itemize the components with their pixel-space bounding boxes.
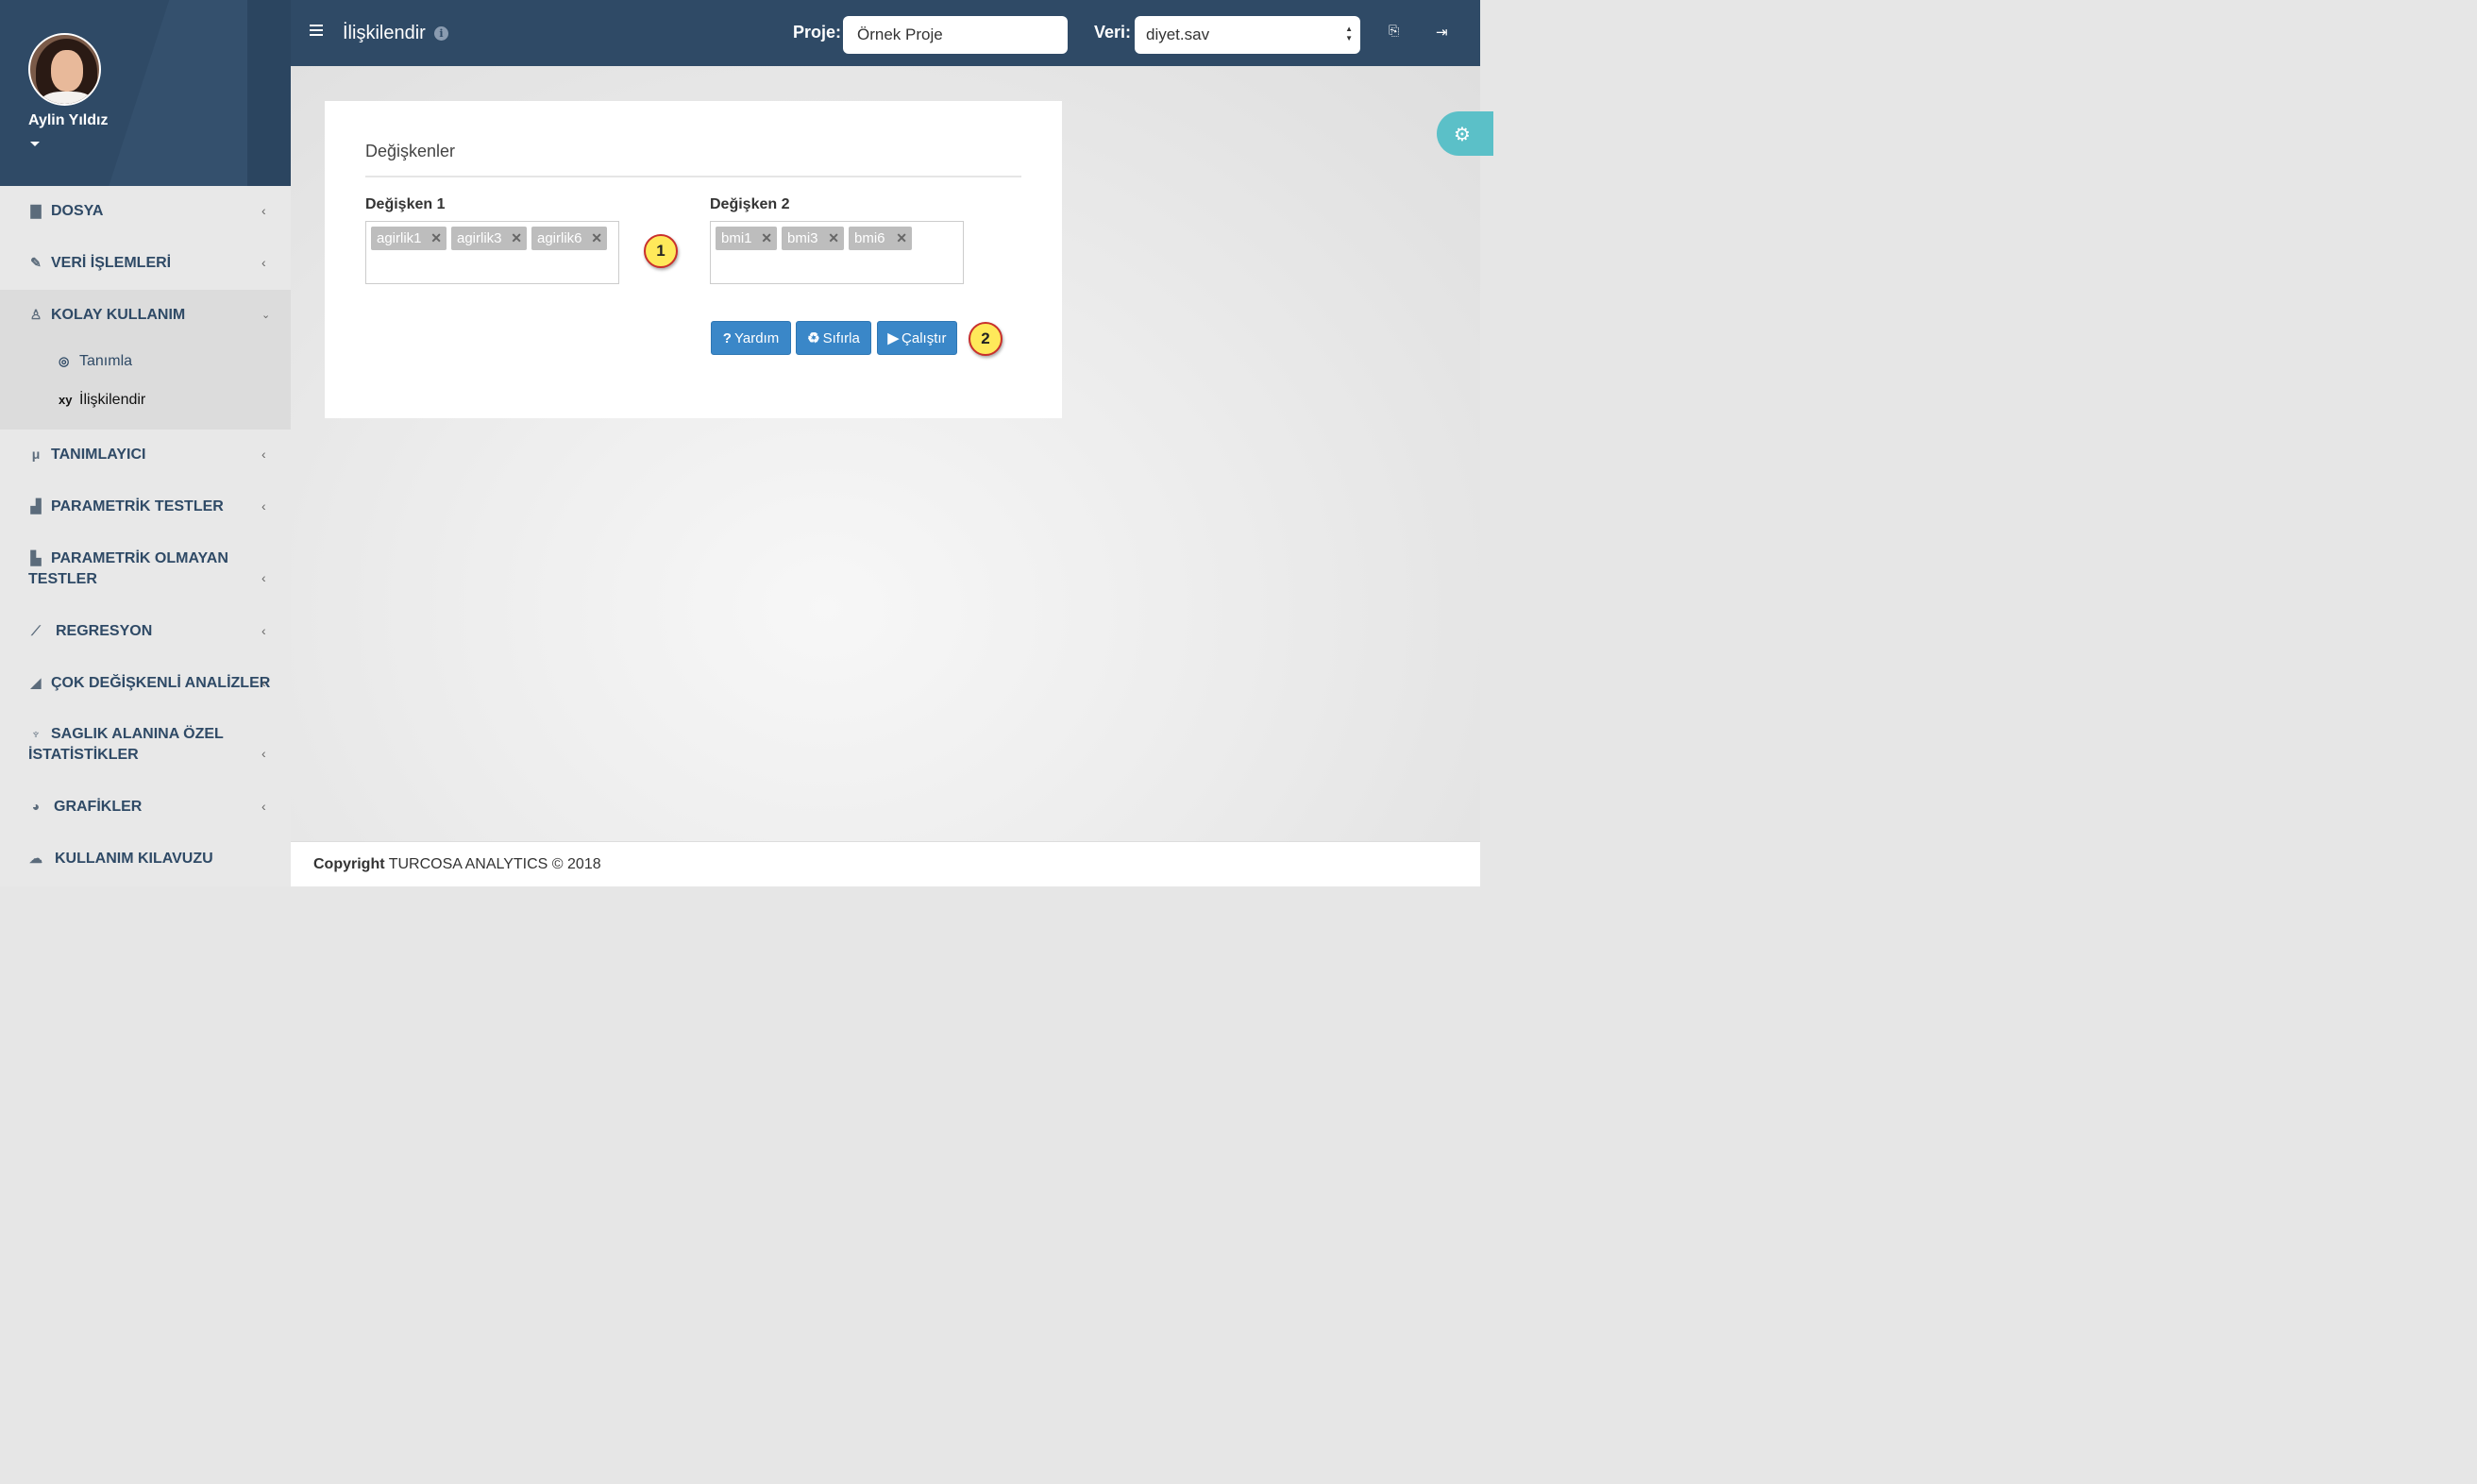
sidebar-item-kilavuz[interactable]: ☁ KULLANIM KILAVUZU [0, 851, 291, 869]
question-icon: ? [722, 330, 732, 346]
var2-tag-input[interactable]: bmi1 ✕ bmi3 ✕ bmi6 ✕ [710, 221, 964, 284]
veri-label: Veri: [1094, 23, 1132, 42]
step-marker-2: 2 [969, 322, 1003, 356]
var1-tag-input[interactable]: agirlik1 ✕ agirlik3 ✕ agirlik6 ✕ [365, 221, 619, 284]
select-arrows-icon: ▲ ▼ [1345, 25, 1353, 42]
chevron-left-icon: ‹ [261, 746, 266, 761]
user-name[interactable]: Aylin Yıldız [28, 112, 108, 129]
file-icon: ▇ [30, 203, 42, 218]
var1-label: Değişken 1 [365, 196, 446, 212]
tag-agirlik1: agirlik1 ✕ [371, 227, 447, 250]
sidebar-item-veri-islemleri[interactable]: ✎ VERİ İŞLEMLERİ ‹ [0, 255, 291, 274]
var2-label: Değişken 2 [710, 196, 790, 212]
sidebar-item-regresyon[interactable]: ⟋ REGRESYON ‹ [0, 623, 291, 642]
sidebar-subitem-tanimla[interactable]: ◎ Tanımla [59, 353, 132, 370]
cloud-download-icon: ☁ [29, 851, 42, 866]
stethoscope-icon: ♆ [30, 726, 42, 741]
veri-select[interactable]: diyet.sav ▲ ▼ [1135, 16, 1360, 54]
proje-input[interactable]: Örnek Proje [843, 16, 1068, 54]
tag-agirlik6: agirlik6 ✕ [531, 227, 607, 250]
chevron-left-icon: ‹ [261, 255, 266, 270]
top-bar: İlişkilendir i Proje: Örnek Proje Veri: … [291, 0, 1480, 66]
sidebar-item-cok-degiskenli[interactable]: ◢ ÇOK DEĞİŞKENLİ ANALİZLER ‹ [0, 675, 291, 694]
avatar[interactable] [28, 33, 101, 106]
caret-down-icon[interactable] [30, 142, 40, 146]
chevron-left-icon: ‹ [261, 498, 266, 514]
logout-icon[interactable]: ⇥ [1436, 24, 1453, 41]
line-chart-icon: ⟋ [31, 623, 41, 638]
correlate-icon: xy [59, 393, 73, 407]
page-title: İlişkilendir [343, 23, 426, 43]
translate-icon[interactable]: ⎘ [1389, 24, 1406, 41]
chevron-left-icon: ‹ [261, 447, 266, 462]
sidebar-item-grafikler[interactable]: ◕ GRAFİKLER ‹ [0, 799, 291, 818]
remove-tag-icon[interactable]: ✕ [761, 227, 772, 250]
variables-card: Değişkenler Değişken 1 agirlik1 ✕ agirlik… [325, 101, 1062, 418]
sidebar-subitem-iliskilendir[interactable]: xy İlişkilendir [59, 392, 145, 409]
gear-icon: ⚙ [1454, 123, 1471, 145]
mu-icon: μ [31, 447, 41, 462]
sidebar-item-saglik[interactable]: ♆ SAGLIK ALANINA ÖZEL İSTATİSTİKLER ‹ [0, 726, 291, 767]
chevron-left-icon: ‹ [261, 623, 266, 638]
copyright: Copyright TURCOSA ANALYTICS © 2018 [313, 856, 601, 872]
hamburger-menu-icon[interactable] [310, 25, 323, 36]
profile-panel: Aylin Yıldız [0, 0, 291, 186]
remove-tag-icon[interactable]: ✕ [896, 227, 907, 250]
reset-button[interactable]: ♻ Sıfırla [796, 321, 871, 355]
sidebar-item-kolay-kullanim[interactable]: ♙ KOLAY KULLANIM ⌄ [0, 307, 291, 326]
help-button[interactable]: ? Yardım [711, 321, 791, 355]
proje-label: Proje: [793, 23, 842, 42]
area-chart-icon: ◢ [30, 675, 42, 690]
tag-bmi1: bmi1 ✕ [716, 227, 777, 250]
bar-chart-icon: ▟ [30, 498, 42, 514]
card-title: Değişkenler [365, 142, 456, 160]
step-marker-1: 1 [644, 234, 678, 268]
settings-tab[interactable]: ⚙ [1437, 111, 1493, 156]
run-button[interactable]: ▶ Çalıştır [877, 321, 957, 355]
remove-tag-icon[interactable]: ✕ [828, 227, 839, 250]
bar-chart-icon: ▙ [30, 550, 42, 565]
info-icon[interactable]: i [434, 26, 448, 41]
chevron-left-icon: ‹ [261, 675, 266, 690]
play-icon: ▶ [887, 330, 900, 346]
footer: Copyright TURCOSA ANALYTICS © 2018 [291, 841, 1480, 886]
sidebar-item-parametrik[interactable]: ▟ PARAMETRİK TESTLER ‹ [0, 498, 291, 517]
tanimla-icon: ◎ [59, 354, 70, 368]
chevron-left-icon: ‹ [261, 203, 266, 218]
sidebar-item-parametrik-olmayan[interactable]: ▙ PARAMETRİK OLMAYAN TESTLER ‹ [0, 550, 291, 592]
wrench-icon: ✎ [30, 255, 42, 270]
chevron-down-icon: ⌄ [261, 310, 271, 321]
remove-tag-icon[interactable]: ✕ [430, 227, 442, 250]
remove-tag-icon[interactable]: ✕ [591, 227, 602, 250]
tag-bmi6: bmi6 ✕ [849, 227, 912, 250]
pie-chart-icon: ◕ [31, 799, 41, 814]
recycle-icon: ♻ [807, 330, 820, 346]
sidebar-item-tanimlayici[interactable]: μ TANIMLAYICI ‹ [0, 447, 291, 465]
sidebar-item-dosya[interactable]: ▇ DOSYA ‹ [0, 203, 291, 222]
chevron-left-icon: ‹ [261, 799, 266, 814]
sidebar: Aylin Yıldız ▇ DOSYA ‹ ✎ VERİ İŞLEMLERİ … [0, 0, 291, 886]
thumbs-up-icon: ♙ [29, 307, 42, 322]
divider [365, 176, 1021, 177]
tag-agirlik3: agirlik3 ✕ [451, 227, 527, 250]
remove-tag-icon[interactable]: ✕ [511, 227, 522, 250]
tag-bmi3: bmi3 ✕ [782, 227, 844, 250]
chevron-left-icon: ‹ [261, 570, 266, 585]
